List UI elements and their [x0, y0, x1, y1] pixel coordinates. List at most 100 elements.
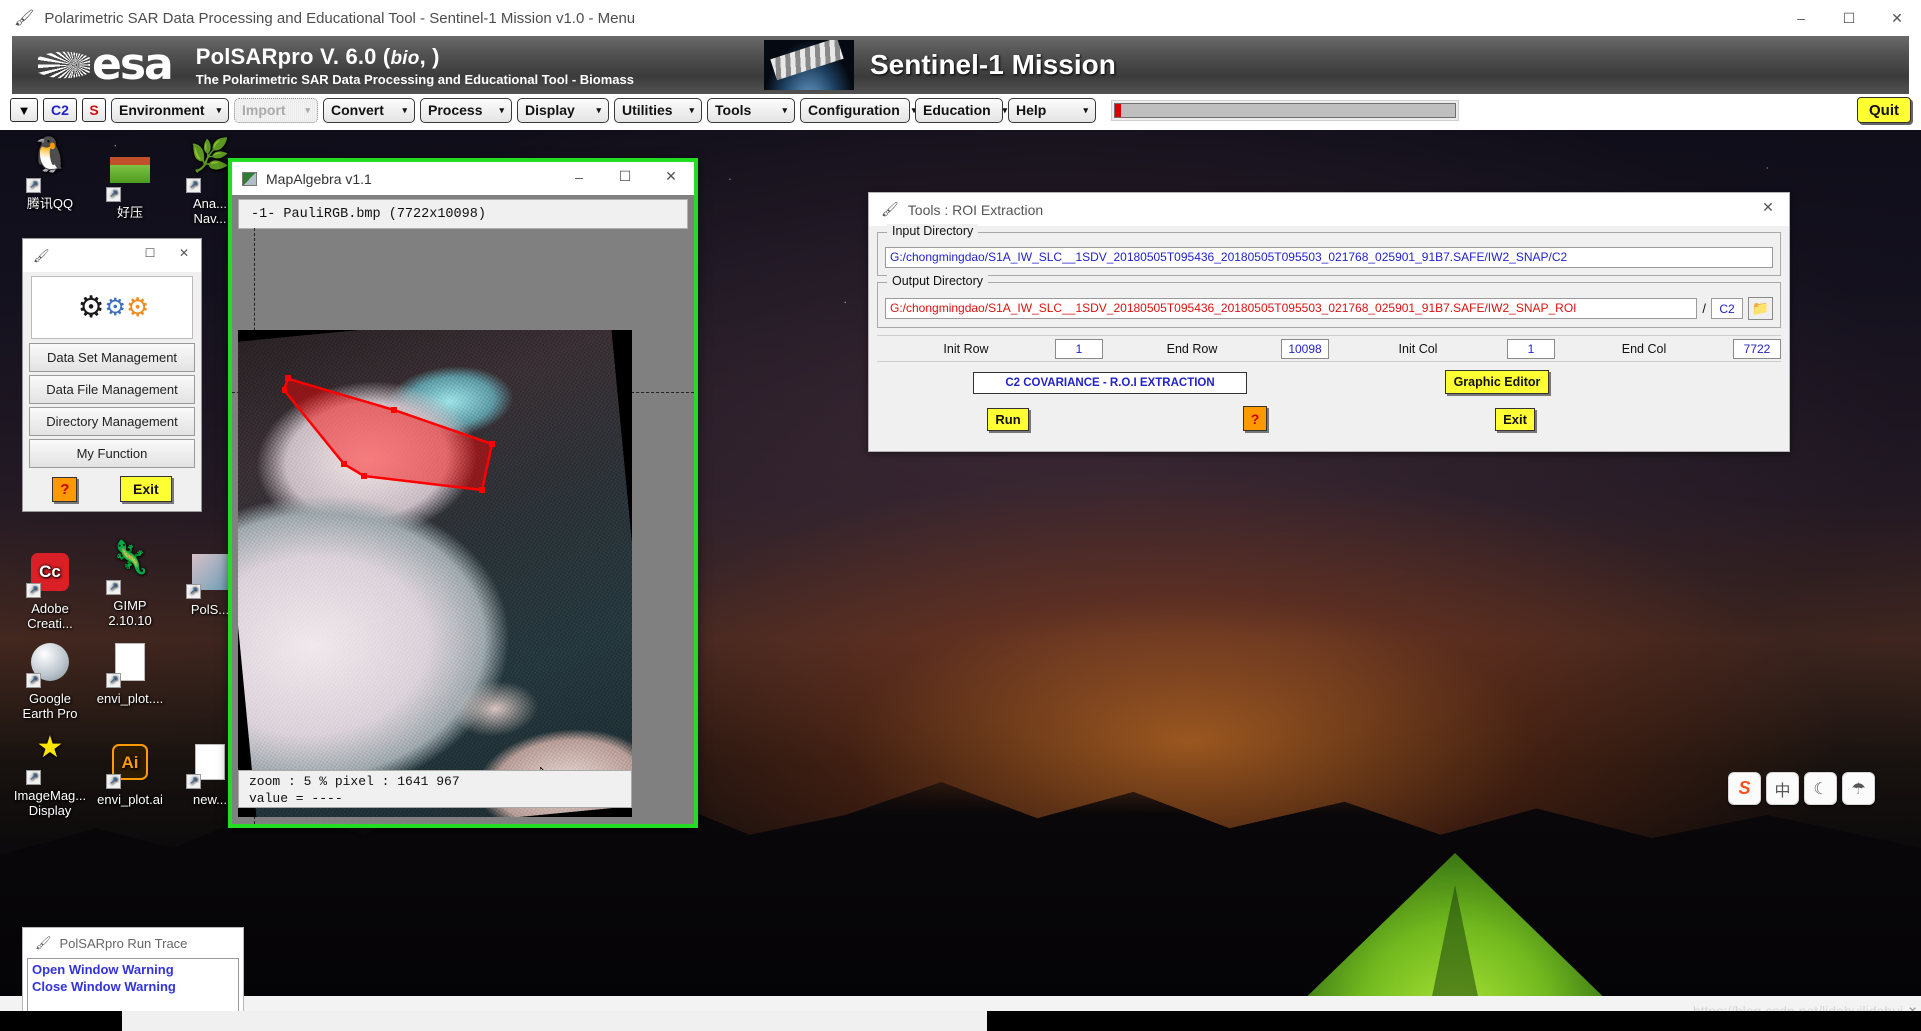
field-value-input[interactable]: 10098 [1281, 338, 1329, 359]
output-directory-field[interactable]: G:/chongmingdao/S1A_IW_SLC__1SDV_2018050… [885, 298, 1698, 319]
skin-icon[interactable]: ☂ [1842, 772, 1875, 805]
desktop-icon-envi-plot-ai[interactable]: Ai ↗ envi_plot.ai [88, 740, 172, 807]
field-value-input[interactable]: 1 [1507, 338, 1555, 359]
feather-icon: 🖌 [33, 247, 50, 263]
status-badge: C2 COVARIANCE - R.O.I EXTRACTION [973, 372, 1247, 394]
roi-titlebar: 🖌 Tools : ROI Extraction ✕ [869, 193, 1789, 226]
exit-button[interactable]: Exit [119, 476, 172, 502]
dropdown-arrow-button[interactable]: ▼ [10, 98, 38, 122]
dm-button-my-function[interactable]: My Function [29, 439, 195, 468]
chevron-down-icon: ▾ [216, 104, 222, 115]
app-title-block: PolSARpro V. 6.0 (bio, ) The Polarimetri… [196, 44, 634, 87]
output-directory-legend: Output Directory [887, 274, 989, 288]
help-button[interactable]: ? [1243, 406, 1267, 431]
field-value-input[interactable]: 1 [1055, 338, 1103, 359]
google-earth-pro-icon: ↗ [26, 643, 72, 688]
mapalgebra-window: MapAlgebra v1.1 – ☐ ✕ -1- PauliRGB.bmp (… [228, 158, 698, 828]
menu-education[interactable]: Education ▾ [915, 97, 1007, 123]
esa-logo: esa [38, 43, 174, 87]
maximize-button[interactable]: ☐ [602, 161, 648, 193]
menu-label: Display [525, 102, 575, 118]
menu-process[interactable]: Process ▾ [420, 97, 512, 123]
dm-button-data-file-management[interactable]: Data File Management [29, 375, 195, 404]
desktop-icon-gimp[interactable]: 🦎 ↗ GIMP 2.10.10 [88, 541, 172, 628]
sogou-ime-toolbar: S 中 ☾ ☂ [1728, 772, 1875, 805]
sar-image-canvas[interactable] [238, 330, 632, 817]
s-indicator-button[interactable]: S [82, 98, 106, 122]
bottom-strip [0, 996, 1921, 1011]
menu-label: Import [242, 102, 286, 118]
desktop-icon-adobe-creative-cloud[interactable]: Cc ↗ Adobe Creati... [8, 550, 92, 631]
desktop-icon-imagemagick-display[interactable]: ★ ↗ ImageMag... Display [8, 733, 92, 819]
polsarpro-main-window: 🖌 Polarimetric SAR Data Processing and E… [0, 0, 1921, 130]
anaconda-navigator-icon: 🌿 ↗ [186, 139, 232, 193]
menu-display[interactable]: Display ▾ [517, 97, 609, 123]
desktop-icon-label: 腾讯QQ [26, 196, 74, 211]
data-management-titlebar: 🖌 ☐ ✕ [23, 239, 201, 272]
taskbar-segment [122, 1011, 987, 1031]
desktop-icon-google-earth-pro[interactable]: ↗ Google Earth Pro [8, 640, 92, 721]
chevron-down-icon: ▾ [1083, 104, 1088, 115]
roi-polygon[interactable] [282, 372, 522, 494]
main-window-title: Polarimetric SAR Data Processing and Edu… [44, 9, 636, 27]
menu-toolbar: ▼ C2 S Environment ▾ Import ▾ Convert ▾ Proces… [0, 94, 1921, 126]
maximize-button[interactable]: ☐ [1825, 0, 1873, 36]
chevron-down-icon: ▾ [689, 104, 694, 115]
adobe-creative-cloud-icon: Cc ↗ [26, 553, 72, 598]
minimize-button[interactable]: – [1777, 0, 1825, 36]
chevron-down-icon: ▾ [305, 104, 310, 115]
run-button[interactable]: Run [987, 408, 1029, 431]
close-button[interactable]: ✕ [167, 238, 201, 268]
close-button[interactable]: ✕ [648, 161, 694, 193]
data-management-footer: ? Exit [23, 471, 201, 511]
input-directory-group: Input Directory G:/chongmingdao/S1A_IW_S… [877, 224, 1781, 276]
maximize-button[interactable]: ☐ [133, 238, 167, 268]
chevron-down-icon: ▾ [1002, 104, 1008, 115]
sogou-logo-icon[interactable]: S [1728, 772, 1761, 805]
roi-field-init-row: Init Row 1 [877, 338, 1103, 359]
moon-icon[interactable]: ☾ [1804, 772, 1837, 805]
roi-field-end-col: End Col 7722 [1555, 338, 1781, 359]
menu-convert[interactable]: Convert ▾ [323, 97, 415, 123]
main-titlebar: 🖌 Polarimetric SAR Data Processing and E… [0, 0, 1921, 36]
output-suffix-field[interactable]: C2 [1711, 298, 1743, 319]
mapalgebra-title: MapAlgebra v1.1 [266, 170, 372, 187]
roi-action-area: C2 COVARIANCE - R.O.I EXTRACTION Graphic… [877, 370, 1781, 442]
desktop-icon-label: Google Earth Pro [22, 691, 78, 721]
desktop-icon-envi-plot-file[interactable]: ↗ envi_plot.... [88, 640, 172, 706]
app-subtitle: The Polarimetric SAR Data Processing and… [195, 71, 634, 87]
run-trace-titlebar: 🖌 PolSARpro Run Trace [23, 928, 243, 958]
chevron-down-icon: ▾ [782, 104, 787, 115]
desktop-icon-tencent-qq[interactable]: 🐧 ↗ 腾讯QQ [8, 138, 92, 211]
feather-icon: 🖌 [881, 201, 899, 217]
desktop-icon-haozip[interactable]: ↗ 好压 [88, 148, 172, 220]
data-management-buttons: Data Set Management Data File Management D… [23, 343, 201, 468]
minimize-button[interactable]: – [556, 161, 602, 193]
roi-close-button[interactable]: ✕ [1747, 192, 1789, 224]
new-file-icon: ↗ [186, 744, 232, 789]
quit-button[interactable]: Quit [1857, 97, 1911, 123]
dm-button-data-set-management[interactable]: Data Set Management [29, 343, 195, 372]
menu-label: Process [428, 102, 483, 118]
help-button[interactable]: ? [52, 476, 78, 502]
dm-button-directory-management[interactable]: Directory Management [29, 407, 195, 436]
run-trace-line: Close Window Warning [32, 979, 176, 994]
menu-utilities[interactable]: Utilities ▾ [614, 97, 702, 123]
menu-help[interactable]: Help ▾ [1008, 97, 1096, 123]
chinese-mode-icon[interactable]: 中 [1766, 772, 1799, 805]
mission-title: Sentinel-1 Mission [870, 49, 1116, 80]
menu-tools[interactable]: Tools ▾ [707, 97, 795, 123]
menu-environment[interactable]: Environment ▾ [111, 97, 229, 123]
field-label: End Col [1621, 341, 1667, 356]
desktop-icon-label: ImageMag... Display [13, 788, 87, 818]
exit-button[interactable]: Exit [1495, 408, 1535, 431]
field-value-input[interactable]: 7722 [1733, 338, 1781, 359]
input-directory-field[interactable]: G:/chongmingdao/S1A_IW_SLC__1SDV_2018050… [885, 247, 1773, 268]
desktop-icon-label: 好压 [116, 205, 143, 220]
field-label: Init Row [943, 341, 989, 356]
menu-configuration[interactable]: Configuration▾ [800, 97, 916, 123]
folder-icon[interactable]: 📁 [1748, 297, 1773, 320]
close-button[interactable]: ✕ [1873, 0, 1921, 36]
graphic-editor-button[interactable]: Graphic Editor [1445, 370, 1549, 394]
c2-indicator-button[interactable]: C2 [43, 98, 77, 122]
